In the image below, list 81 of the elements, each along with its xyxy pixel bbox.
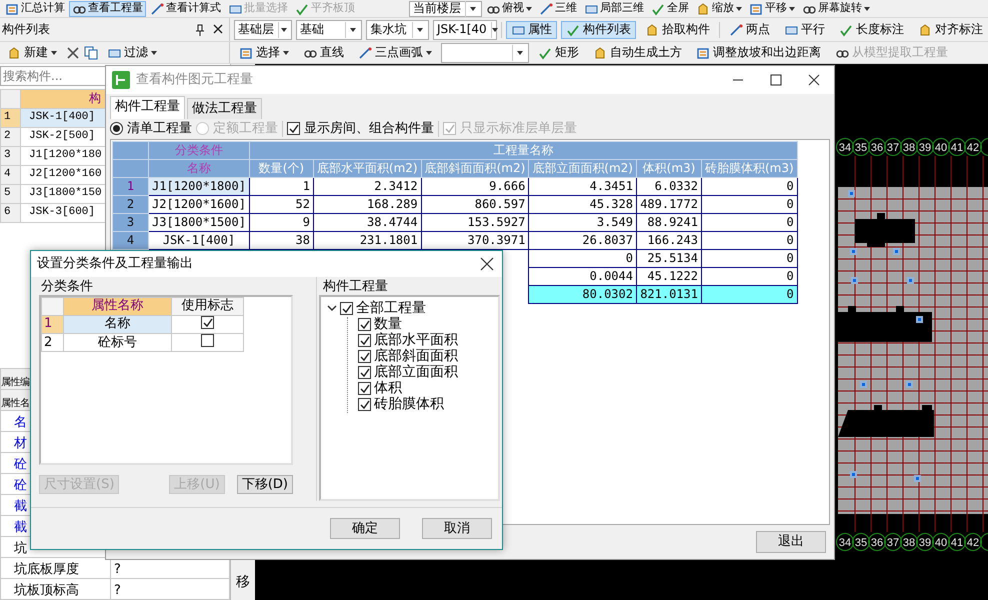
table-cell: 3.549	[528, 213, 636, 232]
table-cell: 489.1772	[636, 195, 702, 214]
table-cell: 52	[249, 195, 314, 214]
table-cell: 45.1222	[636, 267, 702, 286]
axis-label: 41	[950, 537, 964, 549]
table-cell: 153.5927	[421, 213, 529, 232]
axis-label: 40	[934, 142, 948, 154]
row-number: 2	[112, 195, 148, 214]
column-header: 分类条件	[148, 141, 250, 160]
table-cell: 9	[249, 213, 314, 232]
axis-label: 34	[838, 142, 852, 154]
table-cell: 45.328	[528, 195, 636, 214]
axis-label: 39	[918, 537, 932, 549]
table-cell: 168.289	[313, 195, 422, 214]
table-cell: 2.3412	[313, 177, 422, 196]
table-cell: 860.597	[421, 195, 529, 214]
table-cell: 0	[701, 195, 798, 214]
table-cell: 0	[701, 177, 798, 196]
panel-title: 构件列表	[2, 22, 50, 37]
table-cell: 38	[249, 231, 314, 250]
axis-label: 35	[854, 142, 868, 154]
row-number: 4	[112, 231, 148, 250]
option-label: 显示房间、组合构件量	[304, 120, 434, 136]
axis-label: 34	[838, 537, 852, 549]
row-number: 3	[0, 146, 20, 166]
group-label: 构件工程量	[322, 279, 389, 295]
table-cell: 1	[249, 177, 314, 196]
axis-label: 37	[886, 142, 900, 154]
table-cell: 0	[701, 231, 798, 250]
axis-label: 37	[886, 537, 900, 549]
axis-label: 35	[854, 537, 868, 549]
table-cell: 名称	[64, 315, 172, 334]
row-number: 3	[112, 213, 148, 232]
row-number: 4	[0, 166, 20, 184]
axis-label: 39	[918, 142, 932, 154]
total-cell: 80.0302	[528, 285, 636, 304]
axis-label: 41	[950, 142, 964, 154]
row-number: 1	[112, 177, 148, 196]
table-cell: 166.243	[636, 231, 702, 250]
table-cell: 4.3451	[528, 177, 636, 196]
row-number: 2	[42, 333, 64, 352]
window-title: 查看构件图元工程量	[136, 72, 253, 88]
total-cell: 0	[701, 285, 798, 304]
option-label: 清单工程量	[127, 120, 192, 136]
row-number: 1	[42, 315, 64, 334]
row-number: 5	[0, 184, 20, 204]
option-label: 定额工程量	[213, 120, 278, 136]
axis-label: 42	[966, 537, 980, 549]
table-cell: 25.5134	[636, 249, 702, 268]
row-number: 1	[0, 108, 20, 128]
table-cell: 0.0044	[528, 267, 636, 286]
axis-label: 40	[934, 537, 948, 549]
axis-label: 42	[966, 142, 980, 154]
table-cell: 0	[528, 249, 636, 268]
row-number: 2	[0, 128, 20, 146]
axis-label: 36	[870, 142, 884, 154]
row-number: 6	[0, 204, 20, 222]
table-cell: 26.8037	[528, 231, 636, 250]
table-cell: J2[1200*1600]	[148, 195, 250, 214]
table-cell: JSK-1[400]	[148, 231, 250, 250]
table-cell: 6.0332	[636, 177, 702, 196]
table-cell: J1[1200*1800]	[148, 177, 250, 196]
total-cell: 821.0131	[636, 285, 702, 304]
property-name: 坑板顶标高	[0, 578, 110, 600]
table-cell: 370.3971	[421, 231, 529, 250]
axis-label: 36	[870, 537, 884, 549]
table-cell: 88.9241	[636, 213, 702, 232]
axis-label: 38	[902, 142, 916, 154]
table-cell: 38.4744	[313, 213, 422, 232]
window-title: 设置分类条件及工程量输出	[37, 256, 193, 272]
table-cell: 0	[701, 213, 798, 232]
table-cell: 231.1801	[313, 231, 422, 250]
option-label: 只显示标准层单层量	[460, 120, 577, 136]
table-cell: 9.666	[421, 177, 529, 196]
table-cell: 0	[701, 267, 798, 286]
table-cell: 0	[701, 249, 798, 268]
column-header: 工程量名称	[249, 141, 798, 160]
table-cell: J3[1800*1500]	[148, 213, 250, 232]
axis-label: 38	[902, 537, 916, 549]
group-label: 分类条件	[40, 279, 94, 295]
table-cell: 砼标号	[64, 333, 172, 352]
